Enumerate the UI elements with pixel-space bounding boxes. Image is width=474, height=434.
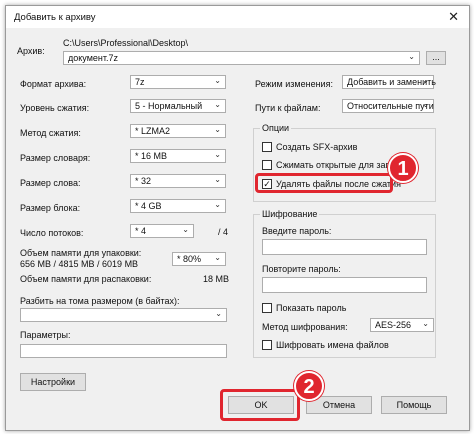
browse-button[interactable]: ...	[426, 51, 446, 65]
archive-filename: документ.7z	[68, 53, 118, 63]
repeat-password-label: Повторите пароль:	[262, 264, 341, 274]
memory-pack-value: 656 MB / 4815 MB / 6019 MB	[20, 259, 139, 269]
word-select[interactable]: * 32 ⌄	[130, 174, 226, 188]
paths-label: Пути к файлам:	[255, 103, 321, 113]
chevron-down-icon: ⌄	[214, 100, 221, 109]
memory-pack-label: Объем памяти для упаковки:	[20, 248, 142, 258]
memory-percent-select[interactable]: * 80% ⌄	[172, 252, 226, 266]
close-icon[interactable]: ✕	[448, 9, 459, 25]
show-password-label: Показать пароль	[276, 303, 347, 313]
encrypt-names-checkbox[interactable]	[262, 340, 272, 350]
chevron-down-icon: ⌄	[214, 200, 221, 209]
block-value: * 4 GB	[135, 201, 162, 211]
compress-shared-checkbox[interactable]	[262, 160, 272, 170]
method-value: * LZMA2	[135, 126, 171, 136]
level-label: Уровень сжатия:	[20, 103, 90, 113]
archive-path: C:\Users\Professional\Desktop\	[63, 38, 189, 48]
format-label: Формат архива:	[20, 79, 87, 89]
threads-value: * 4	[135, 226, 147, 236]
chevron-down-icon: ⌄	[422, 100, 429, 109]
split-label: Разбить на тома размером (в байтах):	[20, 296, 180, 306]
title-bar: Добавить к архиву ✕	[6, 6, 469, 28]
format-select[interactable]: 7z ⌄	[130, 75, 226, 89]
chevron-down-icon: ⌄	[422, 319, 429, 328]
password-label: Введите пароль:	[262, 226, 332, 236]
word-value: * 32	[135, 176, 152, 186]
compress-shared-label: Сжимать открытые для записи	[276, 160, 405, 170]
params-input[interactable]	[20, 344, 227, 358]
memory-percent-value: * 80%	[177, 254, 202, 264]
step1-highlight	[255, 173, 393, 193]
paths-value: Относительные пути	[347, 101, 434, 111]
help-button[interactable]: Помощь	[381, 396, 447, 414]
dict-label: Размер словаря:	[20, 153, 91, 163]
threads-label: Число потоков:	[20, 228, 84, 238]
chevron-down-icon: ⌄	[214, 125, 221, 134]
encryption-method-value: AES-256	[375, 320, 412, 330]
options-title: Опции	[260, 123, 292, 133]
word-label: Размер слова:	[20, 178, 81, 188]
mode-select[interactable]: Добавить и заменить ⌄	[342, 75, 436, 89]
settings-button[interactable]: Настройки	[20, 373, 86, 391]
dict-value: * 16 MB	[135, 151, 168, 161]
step2-badge: 2	[294, 371, 324, 401]
encryption-method-select[interactable]: AES-256 ⌄	[370, 318, 434, 332]
chevron-down-icon: ⌄	[214, 253, 221, 262]
split-volume-select[interactable]: ⌄	[20, 308, 227, 322]
threads-max: / 4	[218, 227, 229, 237]
show-password-checkbox[interactable]	[262, 303, 272, 313]
chevron-down-icon: ⌄	[214, 76, 221, 85]
chevron-down-icon: ⌄	[422, 76, 429, 85]
encryption-method-label: Метод шифрования:	[262, 322, 348, 332]
archive-filename-combo[interactable]: документ.7z ⌄	[63, 51, 420, 65]
archive-label: Архив:	[17, 46, 45, 56]
dict-select[interactable]: * 16 MB ⌄	[130, 149, 226, 163]
encrypt-names-label: Шифровать имена файлов	[276, 340, 389, 350]
level-value: 5 - Нормальный	[135, 101, 203, 111]
params-label: Параметры:	[20, 330, 71, 340]
format-value: 7z	[135, 77, 145, 87]
window-title: Добавить к архиву	[14, 12, 96, 23]
threads-select[interactable]: * 4 ⌄	[130, 224, 194, 238]
paths-select[interactable]: Относительные пути ⌄	[342, 99, 434, 113]
block-select[interactable]: * 4 GB ⌄	[130, 199, 226, 213]
chevron-down-icon: ⌄	[182, 225, 189, 234]
chevron-down-icon: ⌄	[408, 52, 415, 61]
sfx-checkbox[interactable]	[262, 142, 272, 152]
memory-unpack-label: Объем памяти для распаковки:	[20, 274, 152, 284]
password-input[interactable]	[262, 239, 427, 255]
step2-highlight	[220, 389, 300, 421]
method-label: Метод сжатия:	[20, 128, 81, 138]
chevron-down-icon: ⌄	[214, 175, 221, 184]
step1-badge: 1	[388, 153, 418, 183]
method-select[interactable]: * LZMA2 ⌄	[130, 124, 226, 138]
repeat-password-input[interactable]	[262, 277, 427, 293]
block-label: Размер блока:	[20, 203, 81, 213]
memory-unpack-value: 18 MB	[203, 274, 230, 284]
chevron-down-icon: ⌄	[215, 309, 222, 318]
chevron-down-icon: ⌄	[214, 150, 221, 159]
mode-label: Режим изменения:	[255, 79, 333, 89]
add-to-archive-dialog: Добавить к архиву ✕ Архив: C:\Users\Prof…	[5, 5, 470, 431]
encryption-title: Шифрование	[260, 209, 320, 219]
sfx-label: Создать SFX-архив	[276, 142, 358, 152]
level-select[interactable]: 5 - Нормальный ⌄	[130, 99, 226, 113]
